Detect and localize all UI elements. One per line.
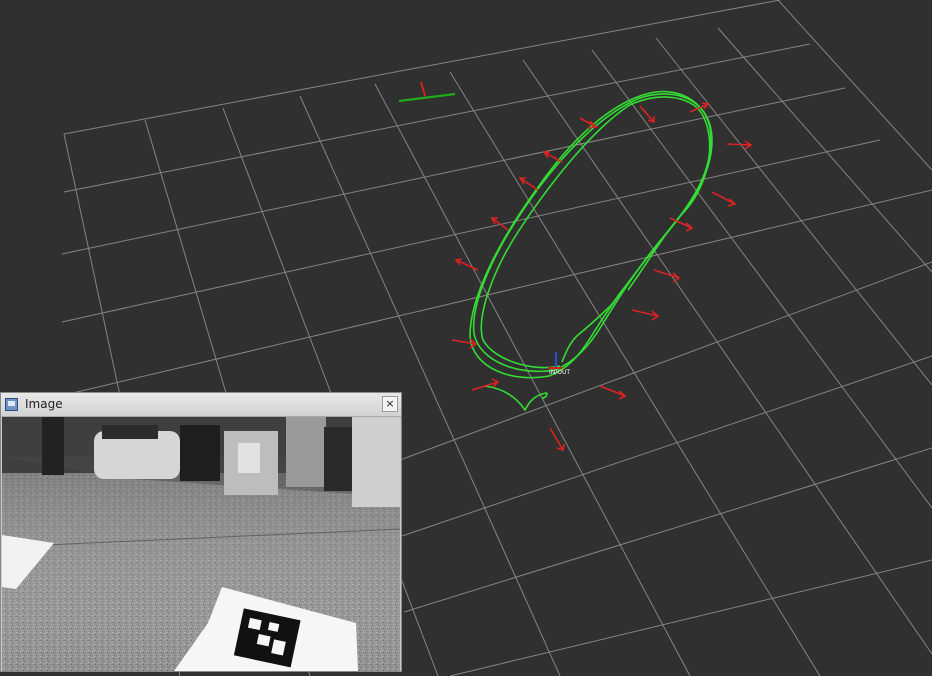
pose-arrow [579,117,598,129]
world-axis [398,81,456,103]
close-button[interactable]: × [382,396,398,412]
pose-arrow [454,258,479,271]
pose-arrow [639,105,655,124]
pose-arrow [542,151,563,163]
pose-arrow [631,309,660,321]
image-window-titlebar[interactable]: Image × [1,393,401,417]
image-window-title: Image [25,397,63,411]
pose-arrow [711,191,737,207]
image-window-icon [5,398,18,411]
pose-arrow [518,177,539,191]
pose-arrow [549,427,565,452]
pose-arrow [599,385,627,400]
pose-arrows [451,102,753,452]
marker-label: IN/OUT [549,369,570,376]
image-window[interactable]: Image × [0,392,402,672]
pose-arrow [490,217,509,231]
pose-arrow [653,269,681,283]
camera-image [2,417,400,671]
pose-arrow [451,338,478,349]
